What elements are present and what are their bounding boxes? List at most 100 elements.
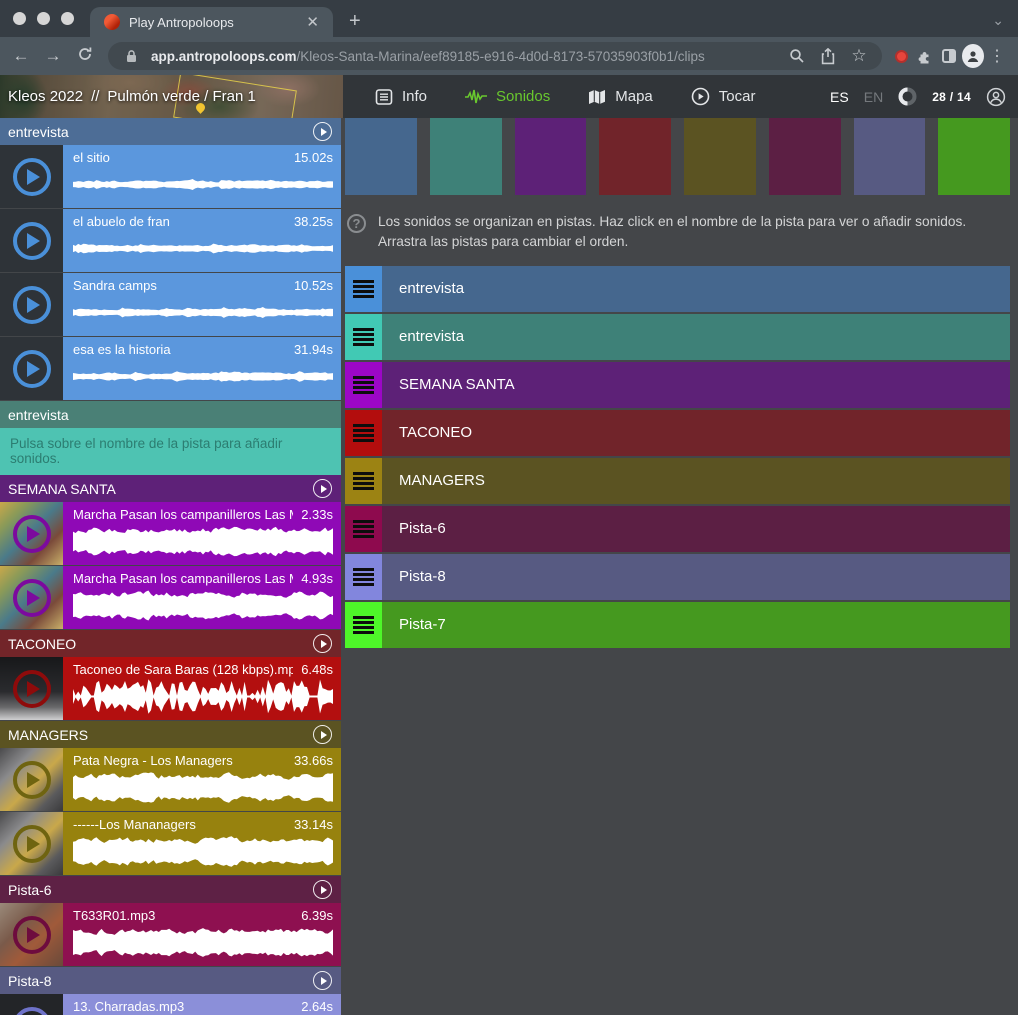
- track-row[interactable]: Pista-8: [345, 554, 1010, 600]
- track-name-button[interactable]: SEMANA SANTA: [382, 362, 1010, 408]
- track-row[interactable]: MANAGERS: [345, 458, 1010, 504]
- clip-row[interactable]: Pata Negra - Los Managers33.66s: [0, 748, 341, 811]
- zoom-icon[interactable]: [786, 45, 808, 67]
- clip-thumbnail[interactable]: [0, 994, 63, 1015]
- clip-play-button[interactable]: [13, 761, 51, 799]
- app-header: Kleos 2022 // Pulmón verde / Fran 1 Info…: [0, 75, 1018, 118]
- section-header[interactable]: MANAGERS: [0, 721, 341, 748]
- clip-row[interactable]: Taconeo de Sara Baras (128 kbps).mp36.48…: [0, 657, 341, 720]
- section-play-button[interactable]: [313, 971, 332, 990]
- clip-play-button[interactable]: [13, 670, 51, 708]
- project-photo[interactable]: Kleos 2022 // Pulmón verde / Fran 1: [0, 75, 343, 118]
- section-play-button[interactable]: [313, 880, 332, 899]
- clip-thumbnail[interactable]: [0, 209, 63, 272]
- track-name-button[interactable]: TACONEO: [382, 410, 1010, 456]
- clip-thumbnail[interactable]: [0, 903, 63, 966]
- nav-item-tocar[interactable]: Tocar: [691, 87, 756, 106]
- track-row[interactable]: TACONEO: [345, 410, 1010, 456]
- address-bar[interactable]: app.antropoloops.com/Kleos-Santa-Marina/…: [108, 42, 882, 70]
- share-icon[interactable]: [817, 45, 839, 67]
- clip-row[interactable]: el sitio15.02s: [0, 145, 341, 208]
- clip-thumbnail[interactable]: [0, 337, 63, 400]
- language-es-button[interactable]: ES: [830, 89, 849, 105]
- nav-item-mapa[interactable]: Mapa: [588, 88, 653, 105]
- forward-button[interactable]: →: [38, 46, 68, 66]
- clip-thumbnail[interactable]: [0, 657, 63, 720]
- section-header[interactable]: SEMANA SANTA: [0, 475, 341, 502]
- new-tab-button[interactable]: +: [333, 11, 361, 37]
- back-button[interactable]: ←: [6, 46, 36, 66]
- track-row[interactable]: Pista-6: [345, 506, 1010, 552]
- clip-play-button[interactable]: [13, 515, 51, 553]
- clip-body: esa es la historia31.94s: [63, 337, 341, 400]
- clip-play-button[interactable]: [13, 158, 51, 196]
- clip-play-button[interactable]: [13, 1007, 51, 1015]
- clip-row[interactable]: T633R01.mp36.39s: [0, 903, 341, 966]
- track-drag-handle[interactable]: [345, 458, 382, 504]
- profile-avatar[interactable]: [962, 45, 984, 67]
- track-drag-handle[interactable]: [345, 362, 382, 408]
- clip-thumbnail[interactable]: [0, 145, 63, 208]
- tab-close-icon[interactable]: ✕: [302, 13, 323, 32]
- section-header[interactable]: Pista-8: [0, 967, 341, 994]
- track-drag-handle[interactable]: [345, 602, 382, 648]
- tab-strip-chevron-icon[interactable]: ⌄: [992, 12, 1004, 29]
- reload-button[interactable]: [70, 46, 100, 67]
- language-en-button[interactable]: EN: [864, 89, 883, 105]
- browser-tab[interactable]: Play Antropoloops ✕: [90, 7, 333, 37]
- section-header[interactable]: Pista-6: [0, 876, 341, 903]
- clip-play-button[interactable]: [13, 825, 51, 863]
- track-name-button[interactable]: MANAGERS: [382, 458, 1010, 504]
- clip-row[interactable]: Marcha Pasan los campanilleros Las Mejor…: [0, 502, 341, 565]
- clip-play-button[interactable]: [13, 916, 51, 954]
- clip-row[interactable]: el abuelo de fran38.25s: [0, 209, 341, 272]
- side-panel-icon[interactable]: [938, 45, 960, 67]
- clip-thumbnail[interactable]: [0, 502, 63, 565]
- extensions-puzzle-icon[interactable]: [914, 45, 936, 67]
- track-row[interactable]: entrevista: [345, 314, 1010, 360]
- clip-play-button[interactable]: [13, 579, 51, 617]
- window-close-button[interactable]: [13, 12, 26, 25]
- nav-item-info[interactable]: Info: [375, 88, 427, 106]
- track-drag-handle[interactable]: [345, 314, 382, 360]
- section-play-button[interactable]: [313, 122, 332, 141]
- clip-play-button[interactable]: [13, 286, 51, 324]
- track-drag-handle[interactable]: [345, 554, 382, 600]
- window-zoom-button[interactable]: [61, 12, 74, 25]
- track-row[interactable]: SEMANA SANTA: [345, 362, 1010, 408]
- section-play-button[interactable]: [313, 634, 332, 653]
- clip-thumbnail[interactable]: [0, 566, 63, 629]
- clip-play-button[interactable]: [13, 222, 51, 260]
- track-name-button[interactable]: Pista-7: [382, 602, 1010, 648]
- record-extension-icon[interactable]: [890, 45, 912, 67]
- clip-row[interactable]: Marcha Pasan los campanilleros Las Mejor…: [0, 566, 341, 629]
- section-play-button[interactable]: [313, 725, 332, 744]
- track-name-button[interactable]: entrevista: [382, 314, 1010, 360]
- section-header[interactable]: TACONEO: [0, 630, 341, 657]
- clip-thumbnail[interactable]: [0, 273, 63, 336]
- section-header[interactable]: entrevista: [0, 118, 341, 145]
- clip-thumbnail[interactable]: [0, 748, 63, 811]
- track-drag-handle[interactable]: [345, 410, 382, 456]
- track-drag-handle[interactable]: [345, 506, 382, 552]
- clip-row[interactable]: esa es la historia31.94s: [0, 337, 341, 400]
- browser-menu-icon[interactable]: ⋮: [986, 45, 1008, 67]
- track-drag-handle[interactable]: [345, 266, 382, 312]
- clip-section: Pista-813. Charradas.mp32.64s: [0, 967, 341, 1015]
- track-name-button[interactable]: Pista-8: [382, 554, 1010, 600]
- section-header[interactable]: entrevista: [0, 401, 341, 428]
- bookmark-star-icon[interactable]: ☆: [848, 45, 870, 67]
- window-minimize-button[interactable]: [37, 12, 50, 25]
- track-row[interactable]: Pista-7: [345, 602, 1010, 648]
- account-icon[interactable]: [986, 87, 1006, 107]
- clip-row[interactable]: ------Los Mananagers33.14s: [0, 812, 341, 875]
- track-row[interactable]: entrevista: [345, 266, 1010, 312]
- clip-row[interactable]: 13. Charradas.mp32.64s: [0, 994, 341, 1015]
- clip-play-button[interactable]: [13, 350, 51, 388]
- clip-thumbnail[interactable]: [0, 812, 63, 875]
- track-name-button[interactable]: entrevista: [382, 266, 1010, 312]
- clip-row[interactable]: Sandra camps10.52s: [0, 273, 341, 336]
- track-name-button[interactable]: Pista-6: [382, 506, 1010, 552]
- section-play-button[interactable]: [313, 479, 332, 498]
- nav-item-sonidos[interactable]: Sonidos: [465, 88, 550, 105]
